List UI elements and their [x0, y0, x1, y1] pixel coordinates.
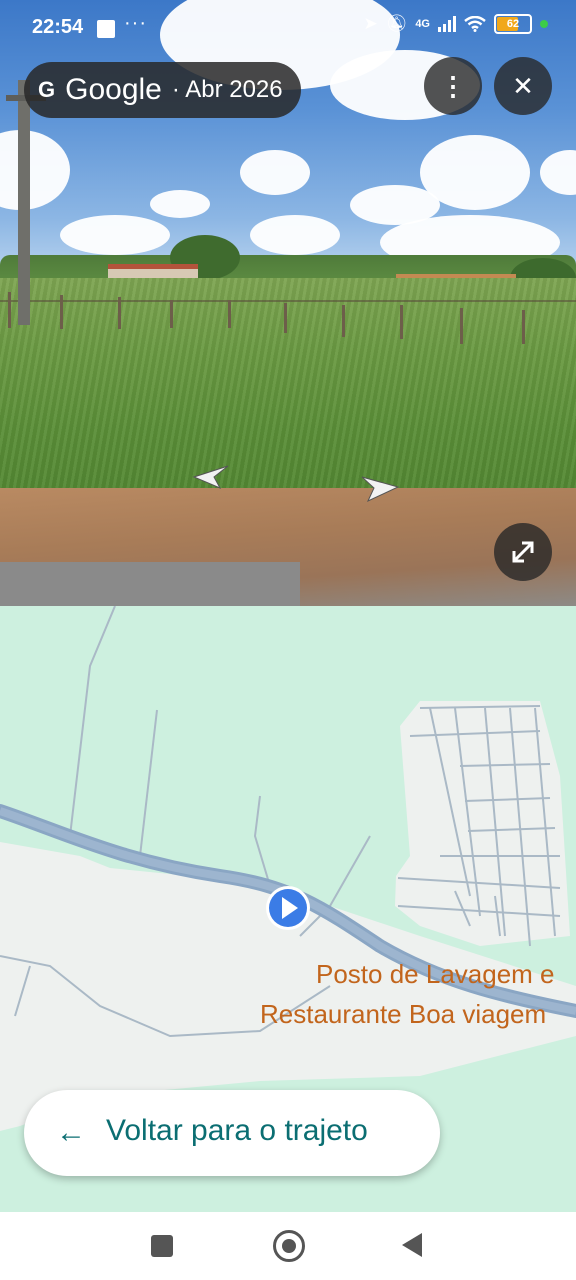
privacy-indicator-dot — [540, 20, 548, 28]
cloud — [250, 215, 340, 255]
fullscreen-icon — [512, 541, 534, 563]
network-type: 4G — [415, 18, 430, 30]
cloud — [60, 215, 170, 255]
arrow-left-icon[interactable] — [190, 462, 230, 492]
battery-icon: 62 — [494, 14, 532, 34]
signal-icon — [438, 16, 456, 32]
back-to-route-button[interactable]: ← Voltar para o trajeto — [24, 1090, 440, 1176]
place-label-line1: Posto de Lavagem e — [316, 959, 555, 989]
recents-icon[interactable] — [151, 1235, 173, 1257]
location-icon: ➤ — [363, 14, 378, 33]
status-bar: 22:54 ··· ➤ 🔕︎ 4G 62 — [0, 0, 576, 58]
road-asphalt — [0, 562, 300, 606]
notification-icon — [97, 20, 115, 38]
street-view-header: G Google · Abr 2026 — [24, 62, 301, 118]
fence-post — [284, 303, 287, 333]
status-icons: ➤ 🔕︎ 4G 62 — [363, 14, 548, 34]
fence-post — [8, 292, 11, 328]
fence-post — [342, 305, 345, 337]
place-label[interactable]: Posto de Lavagem e Restaurante Boa viage… — [260, 954, 555, 1034]
street-view-panorama[interactable]: 22:54 ··· ➤ 🔕︎ 4G 62 G Google · Abr 2026… — [0, 0, 576, 606]
provider-name: Google — [65, 73, 162, 106]
google-g-icon: G — [38, 77, 56, 102]
status-time: 22:54 — [32, 16, 84, 38]
close-button[interactable]: ✕ — [494, 57, 552, 115]
cloud — [150, 190, 210, 218]
fence-post — [118, 297, 121, 329]
fence-post — [460, 308, 463, 344]
wifi-icon — [464, 16, 486, 32]
fence-post — [400, 305, 403, 339]
capture-date: · Abr 2026 — [171, 76, 283, 103]
arrow-right-icon[interactable] — [360, 473, 400, 503]
fence-post — [170, 300, 173, 328]
home-icon[interactable] — [273, 1230, 305, 1262]
mute-icon: 🔕︎ — [385, 14, 408, 33]
more-options-button[interactable]: ⋮ — [424, 57, 482, 115]
map-view[interactable]: Posto de Lavagem e Restaurante Boa viage… — [0, 606, 576, 1212]
fence-post — [228, 300, 231, 328]
cloud — [540, 150, 576, 195]
more-notifications-icon: ··· — [124, 12, 147, 34]
map-area — [395, 701, 570, 946]
fence-wire — [0, 300, 576, 302]
cloud — [0, 130, 70, 210]
street-view-position-marker[interactable] — [266, 886, 310, 930]
battery-level: 62 — [506, 18, 520, 30]
place-label-line2: Restaurante Boa viagem — [260, 999, 547, 1029]
utility-pole — [18, 80, 30, 325]
fence-post — [522, 310, 525, 344]
back-icon[interactable] — [402, 1233, 422, 1257]
arrow-back-icon: ← — [56, 1116, 86, 1149]
system-navigation-bar — [0, 1212, 576, 1280]
back-to-route-label: Voltar para o trajeto — [106, 1114, 368, 1147]
fullscreen-button[interactable] — [494, 523, 552, 581]
fence-post — [60, 295, 63, 329]
cloud — [240, 150, 310, 195]
close-icon: ✕ — [512, 70, 534, 101]
more-vert-icon: ⋮ — [440, 70, 466, 101]
